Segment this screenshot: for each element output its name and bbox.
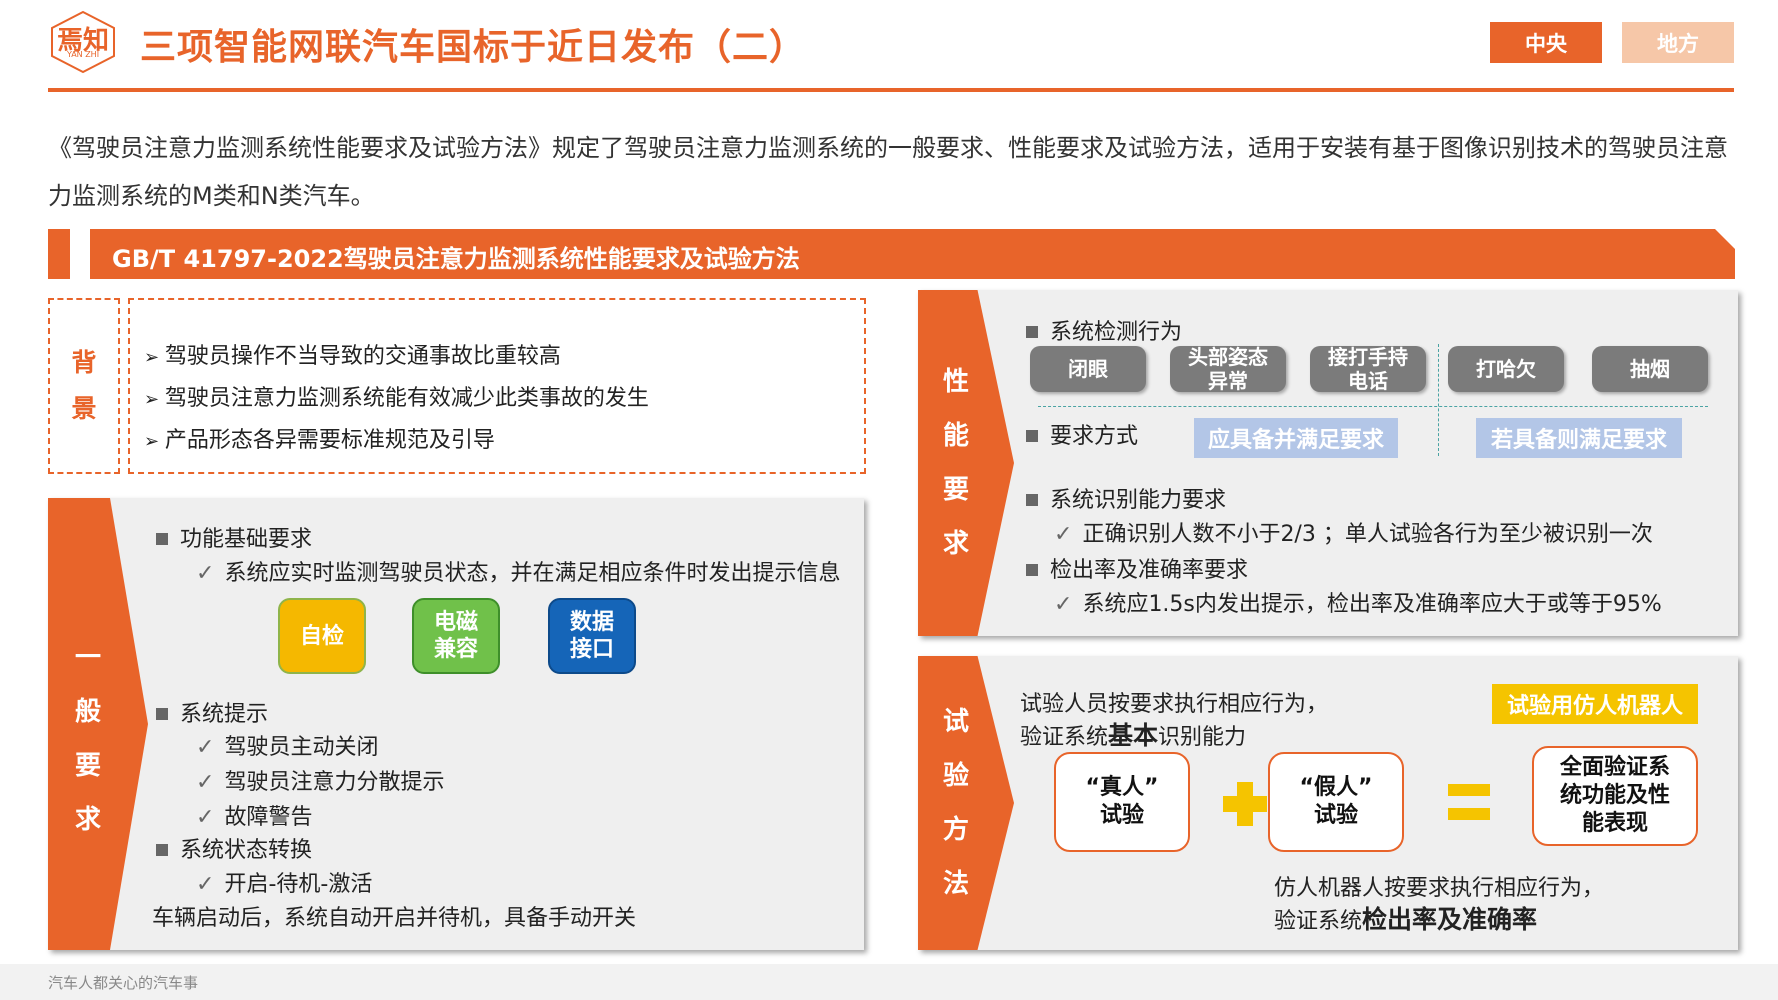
performance-label: 性 能 要 求	[918, 290, 994, 636]
performance-check: 系统应1.5s内发出提示，检出率及准确率应大于或等于95%	[1054, 586, 1661, 618]
general-check: 开启-待机-激活	[196, 866, 372, 898]
general-label-char: 一	[74, 643, 101, 673]
required-box: 应具备并满足要求	[1194, 418, 1398, 458]
general-check: 驾驶员注意力分散提示	[196, 764, 444, 796]
performance-heading: 系统识别能力要求	[1026, 482, 1226, 514]
divider-horizontal	[1038, 406, 1708, 407]
test-line-2-a: 验证系统	[1020, 725, 1109, 750]
general-check: 驾驶员主动关闭	[196, 729, 378, 761]
footer-text: 汽车人都关心的汽车事	[48, 974, 199, 992]
header-divider	[48, 88, 1734, 92]
background-item: 驾驶员注意力监测系统能有效减少此类事故的发生	[144, 378, 864, 420]
test-label-char: 法	[942, 869, 969, 899]
general-check: 系统应实时监测驾驶员状态，并在满足相应条件时发出提示信息	[196, 555, 840, 587]
behavior-smoking: 抽烟	[1592, 346, 1708, 392]
test-label-char: 验	[942, 761, 969, 791]
section-banner: GB/T 41797-2022驾驶员注意力监测系统性能要求及试验方法	[90, 229, 1735, 279]
general-note: 车辆启动后，系统自动开启并待机，具备手动开关	[152, 906, 637, 931]
test-label-char: 方	[942, 815, 969, 845]
dummy-test: “假人” 试验	[1268, 752, 1404, 852]
behavior-head-pose: 头部姿态 异常	[1170, 345, 1286, 393]
performance-heading: 系统检测行为	[1026, 314, 1182, 346]
performance-label-char: 要	[942, 475, 969, 505]
performance-panel: 性 能 要 求 系统检测行为 闭眼 头部姿态 异常 接打手持 电话 打哈欠 抽烟…	[918, 290, 1738, 636]
test-label-char: 试	[942, 707, 969, 737]
page-title: 三项智能网联汽车国标于近日发布（二）	[140, 27, 807, 68]
general-panel: 一 般 要 求 功能基础要求 系统应实时监测驾驶员状态，并在满足相应条件时发出提…	[48, 498, 864, 950]
plus-icon	[1223, 782, 1267, 826]
general-heading: 系统状态转换	[156, 832, 312, 864]
test-line-1: 试验人员按要求执行相应行为，	[1020, 692, 1329, 717]
banner-marker	[48, 229, 70, 279]
divider-vertical	[1438, 344, 1439, 456]
result-box: 全面验证系 统功能及性 能表现	[1532, 746, 1698, 846]
test-line-2: 验证系统基本识别能力	[1020, 716, 1246, 752]
test-panel: 试 验 方 法 试验人员按要求执行相应行为， 验证系统基本识别能力 试验用仿人机…	[918, 656, 1738, 950]
background-label: 背 景	[48, 298, 120, 474]
general-label-char: 要	[74, 751, 101, 781]
performance-heading: 检出率及准确率要求	[1026, 552, 1248, 584]
behavior-yawning: 打哈欠	[1448, 346, 1564, 392]
banner-title: GB/T 41797-2022驾驶员注意力监测系统性能要求及试验方法	[112, 245, 800, 273]
badge-data-interface: 数据 接口	[548, 598, 636, 674]
background-label-char: 背	[71, 348, 97, 377]
general-label: 一 般 要 求	[48, 498, 128, 950]
behavior-eyes-closed: 闭眼	[1030, 346, 1146, 392]
general-heading: 功能基础要求	[156, 521, 312, 553]
test-line-2-c: 识别能力	[1158, 725, 1247, 750]
footer: 汽车人都关心的汽车事	[0, 964, 1778, 1000]
test-line-2-bold: 基本	[1108, 721, 1159, 750]
equals-icon	[1448, 780, 1490, 822]
test-bottom-2: 验证系统检出率及准确率	[1274, 900, 1537, 936]
background-item: 驾驶员操作不当导致的交通事故比重较高	[144, 336, 864, 378]
behavior-phone-call: 接打手持 电话	[1310, 345, 1426, 393]
intro-paragraph: 《驾驶员注意力监测系统性能要求及试验方法》规定了驾驶员注意力监测系统的一般要求、…	[48, 134, 1728, 210]
performance-label-char: 求	[942, 529, 969, 559]
background-label-char: 景	[71, 394, 97, 423]
robot-tag: 试验用仿人机器人	[1492, 684, 1698, 724]
logo-subtext: YAN ZHI	[66, 50, 100, 59]
tab-local[interactable]: 地方	[1622, 22, 1734, 63]
performance-label-char: 性	[942, 367, 969, 397]
general-label-char: 求	[74, 805, 101, 835]
general-check: 故障警告	[196, 799, 312, 831]
test-label: 试 验 方 法	[918, 656, 994, 950]
test-bottom-2-bold: 检出率及准确率	[1362, 905, 1538, 934]
performance-check: 正确识别人数不小于2/3 ；单人试验各行为至少被识别一次	[1054, 516, 1652, 548]
test-bottom-1: 仿人机器人按要求执行相应行为，	[1274, 876, 1605, 901]
badge-self-check: 自检	[278, 598, 366, 674]
background-item: 产品形态各异需要标准规范及引导	[144, 420, 864, 462]
performance-label-char: 能	[942, 421, 969, 451]
background-box: 驾驶员操作不当导致的交通事故比重较高 驾驶员注意力监测系统能有效减少此类事故的发…	[128, 298, 866, 474]
general-heading: 系统提示	[156, 696, 268, 728]
badge-emc: 电磁 兼容	[412, 598, 500, 674]
test-bottom-2-a: 验证系统	[1274, 909, 1363, 934]
tab-central[interactable]: 中央	[1490, 22, 1602, 63]
general-label-char: 般	[74, 697, 101, 727]
performance-heading: 要求方式	[1026, 418, 1138, 450]
real-person-test: “真人” 试验	[1054, 752, 1190, 852]
optional-box: 若具备则满足要求	[1476, 418, 1682, 458]
